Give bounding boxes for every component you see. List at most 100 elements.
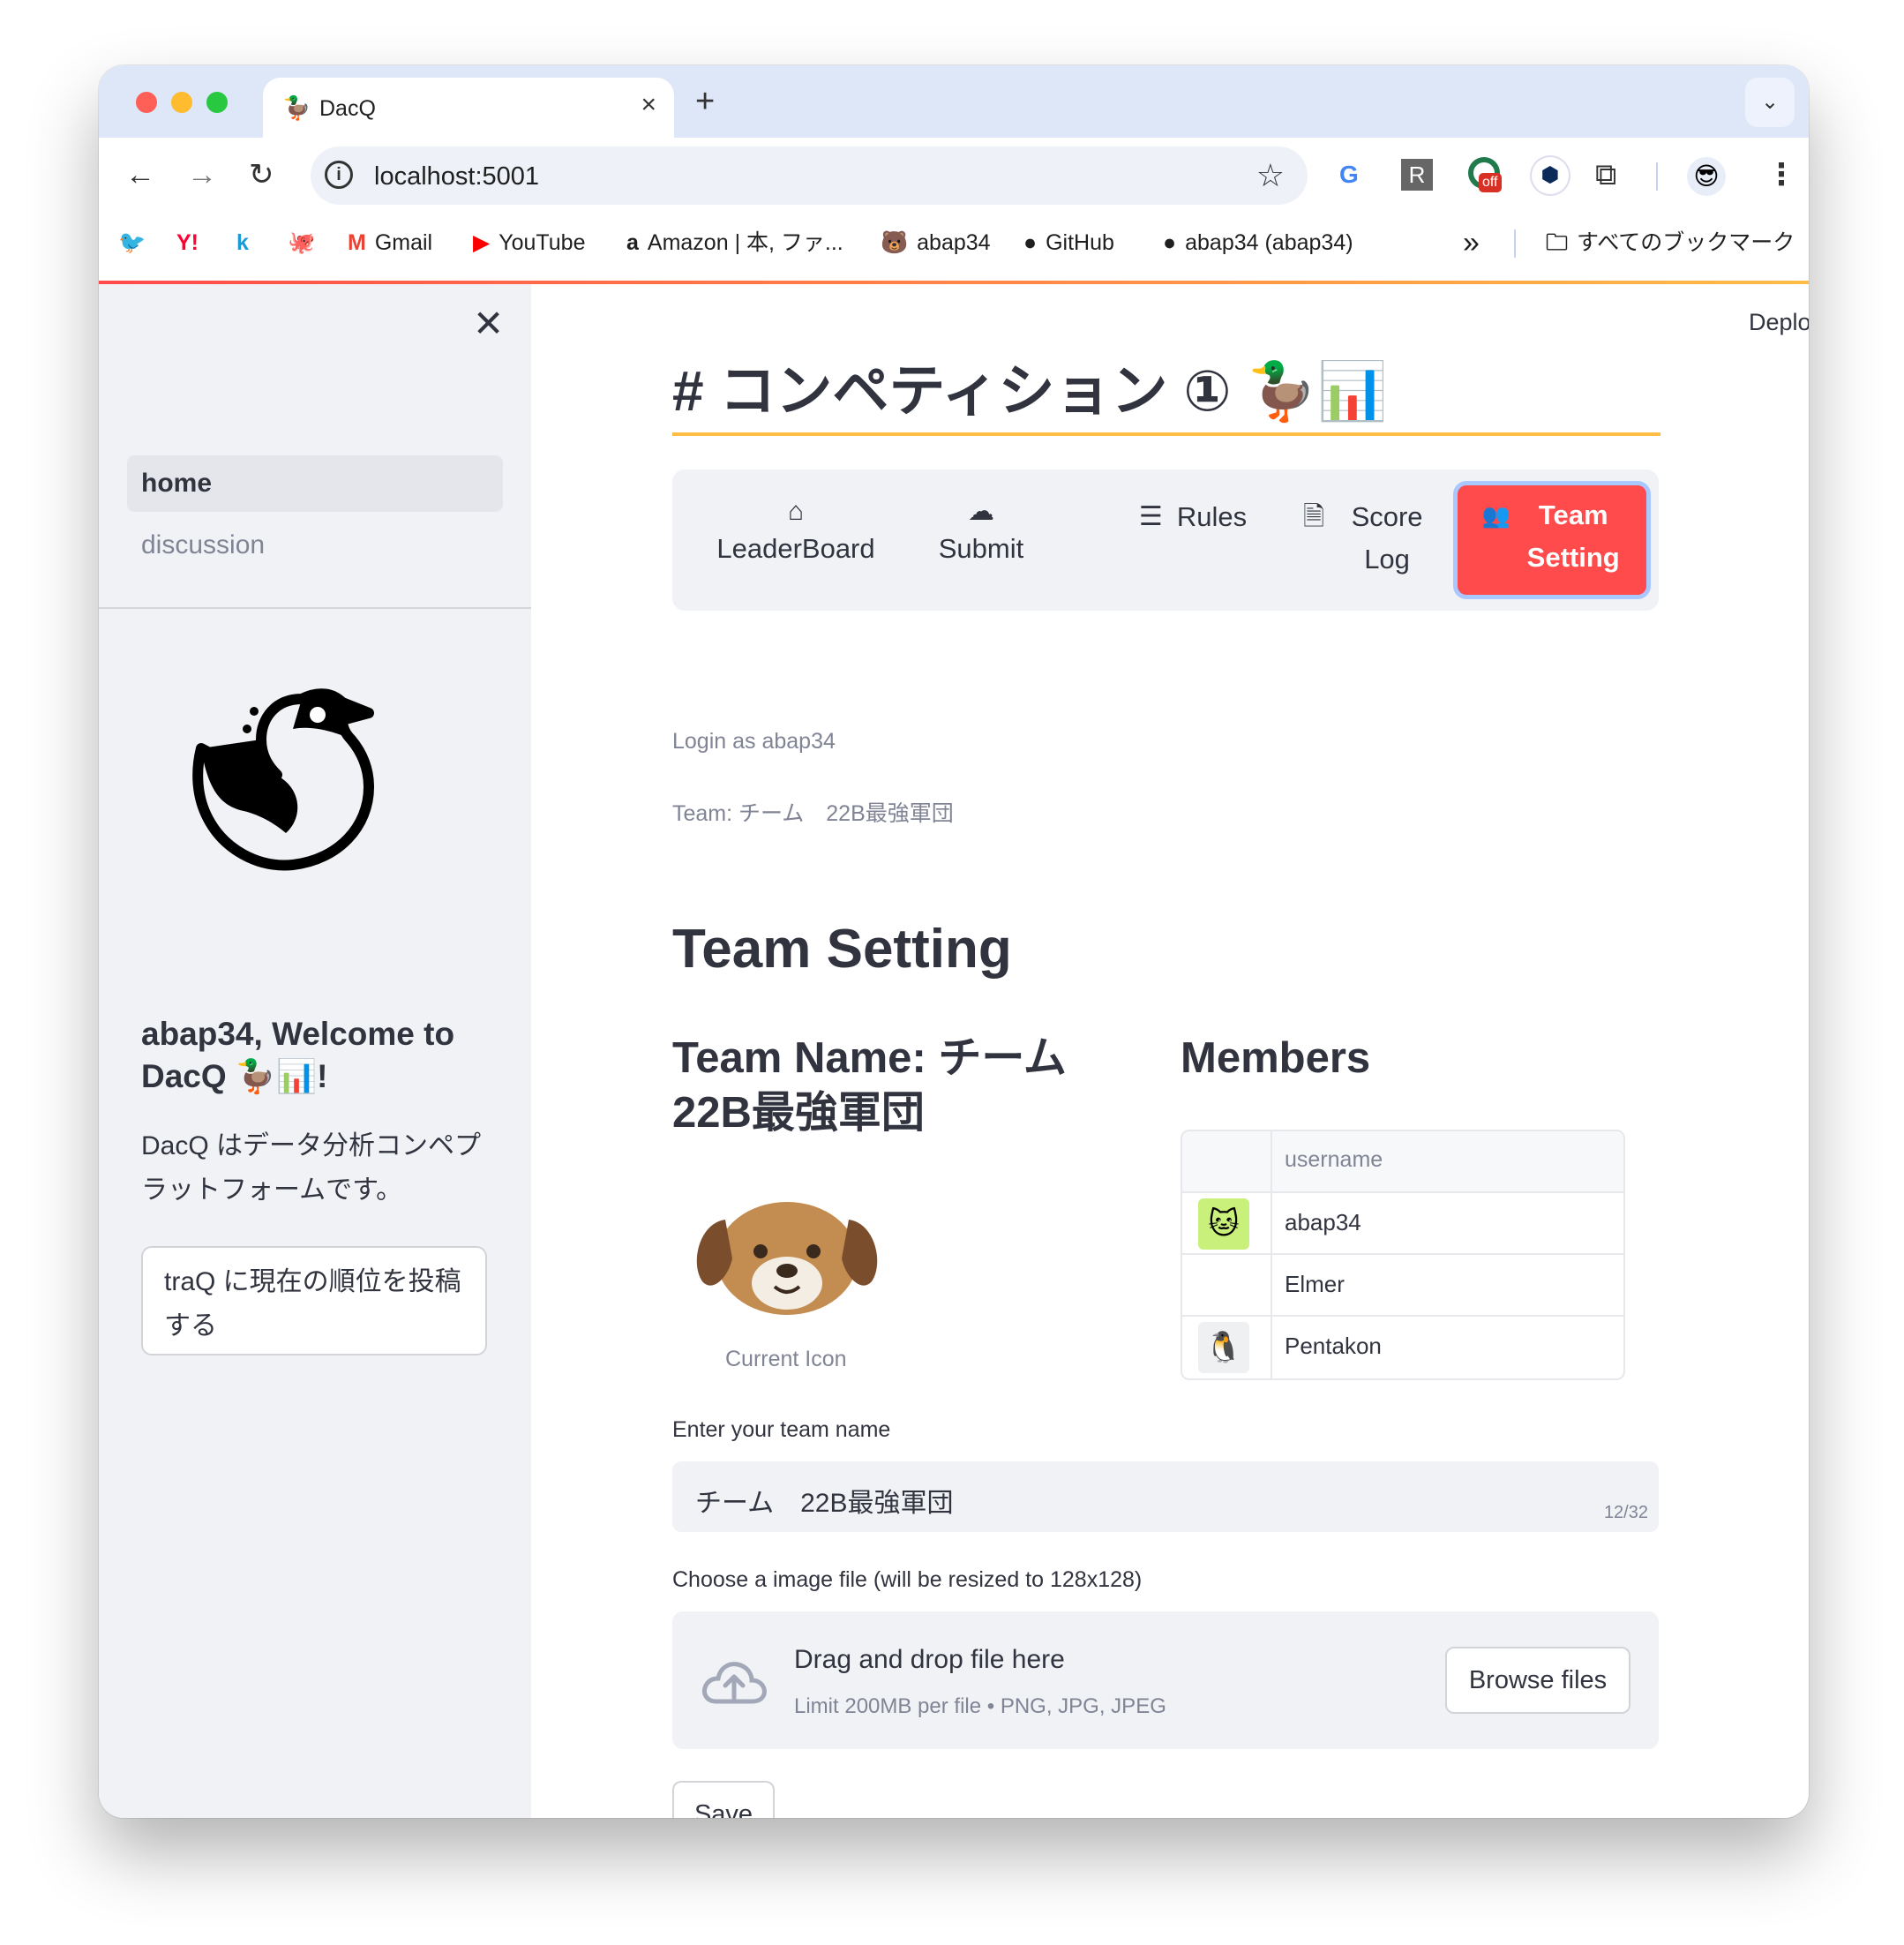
new-tab-button[interactable]: + — [695, 85, 715, 118]
table-row[interactable]: 🐱 abap34 — [1182, 1193, 1623, 1255]
bookmark-label: GitHub — [1046, 230, 1114, 255]
all-bookmarks[interactable]: 🗀 すべてのブックマーク — [1546, 228, 1795, 258]
tab-score-log[interactable]: 🗎 Score Log — [1290, 469, 1449, 611]
r-extension-icon[interactable]: R — [1401, 159, 1433, 191]
close-sidebar-icon[interactable]: ✕ — [473, 305, 504, 342]
team-name-input[interactable]: チーム 22B最強軍団 12/32 — [672, 1461, 1659, 1532]
bookmark-amazon[interactable]: a Amazon | 本, ファ... — [626, 228, 843, 258]
bookmark-label: abap34 — [917, 230, 991, 255]
team-name-heading: Team Name: チーム 22B最強軍団 — [672, 1034, 1067, 1137]
browse-files-button[interactable]: Browse files — [1445, 1647, 1630, 1714]
sidebar-item-discussion[interactable]: discussion — [141, 528, 265, 563]
k-icon: k — [236, 230, 249, 255]
sidebar-divider — [99, 607, 531, 609]
bear-avatar-icon: 🐻 — [881, 230, 909, 255]
off-extension-icon[interactable]: off — [1468, 157, 1505, 194]
tab-rules[interactable]: ☰ Rules — [1113, 469, 1272, 611]
members-heading: Members — [1181, 1034, 1371, 1082]
image-file-label: Choose a image file (will be resized to … — [672, 1567, 1143, 1592]
tab-close-icon[interactable]: × — [641, 92, 656, 118]
file-dropzone[interactable]: Drag and drop file here Limit 200MB per … — [672, 1611, 1659, 1749]
username-cell: Pentakon — [1285, 1333, 1382, 1359]
table-avatar-cell: 🐱 — [1182, 1193, 1272, 1253]
youtube-icon: ▶ — [473, 230, 491, 255]
list-icon: ☰ — [1138, 502, 1163, 531]
maximize-window-button[interactable] — [206, 92, 228, 113]
tab-submit[interactable]: ☁ Submit — [911, 469, 1052, 611]
username-column-header[interactable]: username — [1285, 1147, 1383, 1173]
browser-menu-icon[interactable]: ⋮ — [1766, 157, 1796, 192]
github-icon: ● — [1023, 230, 1038, 255]
back-button[interactable]: ← — [125, 157, 155, 192]
site-info-icon[interactable]: i — [325, 161, 353, 189]
duck-favicon-icon: 🦆 — [282, 94, 311, 121]
member-avatar: 🐧 — [1198, 1322, 1249, 1373]
team-name-value[interactable]: チーム 22B最強軍団 — [695, 1481, 953, 1520]
post-ranking-to-traq-button[interactable]: traQ に現在の順位を投稿する — [141, 1246, 487, 1355]
hex-extension-icon[interactable]: ⬢ — [1532, 157, 1569, 194]
bookmark-atcoder[interactable]: 🐙 — [288, 228, 324, 258]
member-avatar: 🐱 — [1198, 1198, 1249, 1250]
dacq-description: DacQ はデータ分析コンペプラットフォームです。 — [141, 1131, 482, 1205]
sidebar-item-home[interactable]: home — [127, 455, 503, 512]
member-avatar — [1198, 1260, 1249, 1311]
bookmark-label: abap34 (abap34) — [1185, 230, 1353, 255]
cloud-upload-icon — [702, 1662, 767, 1704]
current-icon-caption: Current Icon — [725, 1347, 847, 1371]
extensions-puzzle-icon[interactable]: ⧉ — [1595, 157, 1616, 192]
dacq-duck-logo — [192, 688, 374, 871]
bookmark-star-icon[interactable]: ☆ — [1256, 157, 1285, 194]
forward-button[interactable]: → — [187, 157, 217, 192]
tab-label: LeaderBoard — [716, 533, 875, 564]
bookmark-twitter[interactable]: 🐦 — [118, 228, 154, 258]
translate-extension-icon[interactable]: G — [1339, 157, 1375, 192]
tab-leaderboard[interactable]: ⌂ LeaderBoard — [708, 469, 884, 611]
option-menu: ⌂ LeaderBoard ☁ Submit ☰ Rules 🗎 Score L… — [672, 469, 1659, 611]
close-window-button[interactable] — [136, 92, 157, 113]
drop-instructions: Drag and drop file here — [794, 1645, 1065, 1674]
table-row[interactable]: Elmer — [1182, 1255, 1623, 1317]
bookmarks-divider — [1514, 229, 1516, 258]
bookmark-github-abap34[interactable]: ● abap34 (abap34) — [1163, 228, 1353, 258]
bookmark-k[interactable]: k — [236, 228, 258, 258]
upload-limit-text: Limit 200MB per file • PNG, JPG, JPEG — [794, 1694, 1166, 1718]
bookmark-yahoo[interactable]: Y! — [176, 228, 207, 258]
all-bookmarks-label: すべてのブックマーク — [1577, 230, 1795, 255]
people-icon: 👥 — [1481, 502, 1511, 529]
address-url[interactable]: localhost:5001 — [374, 162, 539, 191]
tab-team-setting[interactable]: 👥 Team Setting — [1458, 485, 1646, 595]
bookmark-youtube[interactable]: ▶ YouTube — [473, 228, 585, 258]
reload-button[interactable]: ↻ — [249, 157, 274, 192]
minimize-window-button[interactable] — [171, 92, 192, 113]
tab-dacq[interactable]: 🦆 DacQ × — [263, 78, 674, 138]
tab-label: Rules — [1176, 501, 1248, 532]
bookmark-github[interactable]: ● GitHub — [1023, 228, 1114, 258]
browser-window: 🦆 DacQ × + ⌄ ← → ↻ i localhost:5001 ☆ G … — [99, 65, 1809, 1818]
deploy-button[interactable]: Deploy — [1749, 307, 1809, 337]
bookmark-label: Gmail — [374, 230, 433, 255]
login-status: Login as abap34 — [672, 729, 836, 754]
main-content: Deploy ⋮ # コンペティション ① 🦆📊 ⌂ LeaderBoard ☁… — [531, 284, 1809, 1818]
tab-label: Score Log — [1351, 501, 1423, 574]
save-button[interactable]: Save — [672, 1781, 775, 1818]
tab-search-button[interactable]: ⌄ — [1745, 78, 1795, 127]
bookmark-abap34[interactable]: 🐻 abap34 — [881, 228, 991, 258]
github-icon: ● — [1163, 230, 1177, 255]
table-row[interactable]: 🐧 Pentakon — [1182, 1317, 1623, 1378]
bookmarks-overflow-icon[interactable]: » — [1463, 228, 1480, 258]
atcoder-icon: 🐙 — [288, 230, 316, 255]
username-cell: Elmer — [1285, 1271, 1345, 1297]
address-bar[interactable]: i localhost:5001 ☆ — [311, 146, 1308, 205]
profile-avatar-icon[interactable]: 😎 — [1687, 157, 1726, 196]
character-counter: 12/32 — [1603, 1503, 1648, 1522]
twitter-bird-icon: 🐦 — [118, 230, 146, 255]
cloud-upload-icon: ☁ — [968, 497, 994, 526]
bookmark-label: YouTube — [498, 230, 586, 255]
bookmark-gmail[interactable]: M Gmail — [348, 228, 432, 258]
table-header: username — [1182, 1131, 1623, 1193]
members-table: username 🐱 abap34 Elmer 🐧 Pentakon — [1181, 1130, 1625, 1380]
amazon-icon: a — [626, 230, 639, 255]
gmail-icon: M — [348, 230, 366, 255]
table-avatar-cell: 🐧 — [1182, 1317, 1272, 1378]
yahoo-icon: Y! — [176, 230, 199, 255]
